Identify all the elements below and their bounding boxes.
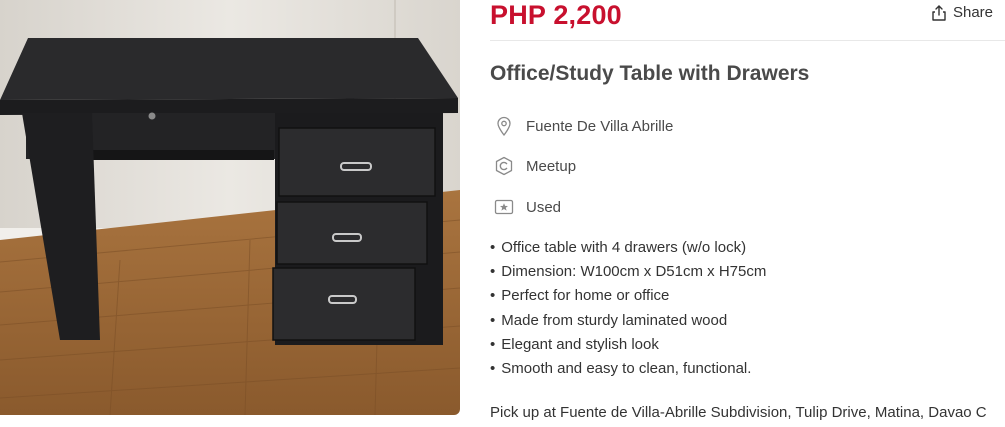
meta-condition: Used [494,197,561,217]
share-label: Share [952,4,993,21]
meta-location: Fuente De Villa Abrille [494,116,673,136]
condition-text: Used [526,198,562,216]
share-button[interactable]: Share [931,4,993,21]
condition-tag-icon [494,197,514,217]
meetup-icon [494,156,514,176]
description-item: Smooth and easy to clean, functional. [490,357,766,381]
location-text: Fuente De Villa Abrille [526,117,674,135]
header-divider [490,40,1005,41]
listing-title: Office/Study Table with Drawers [490,62,810,85]
description-item: Dimension: W100cm x D51cm x H75cm [490,260,766,284]
listing-price: PHP 2,200 [490,0,622,30]
description-item: Perfect for home or office [490,284,766,308]
pickup-note: Pick up at Fuente de Villa-Abrille Subdi… [490,404,987,421]
listing-details: PHP 2,200 Share Office/Study Table with … [490,0,1005,427]
description-item: Elegant and stylish look [490,333,766,357]
desk-image [0,0,460,415]
meta-deal-method: Meetup [494,156,576,176]
share-icon [932,4,946,21]
description-item: Office table with 4 drawers (w/o lock) [490,236,766,260]
description-list: Office table with 4 drawers (w/o lock) D… [490,236,766,381]
description-item: Made from sturdy laminated wood [490,309,766,333]
location-pin-icon [494,116,514,136]
deal-method-text: Meetup [526,157,577,175]
product-photo[interactable] [0,0,460,415]
